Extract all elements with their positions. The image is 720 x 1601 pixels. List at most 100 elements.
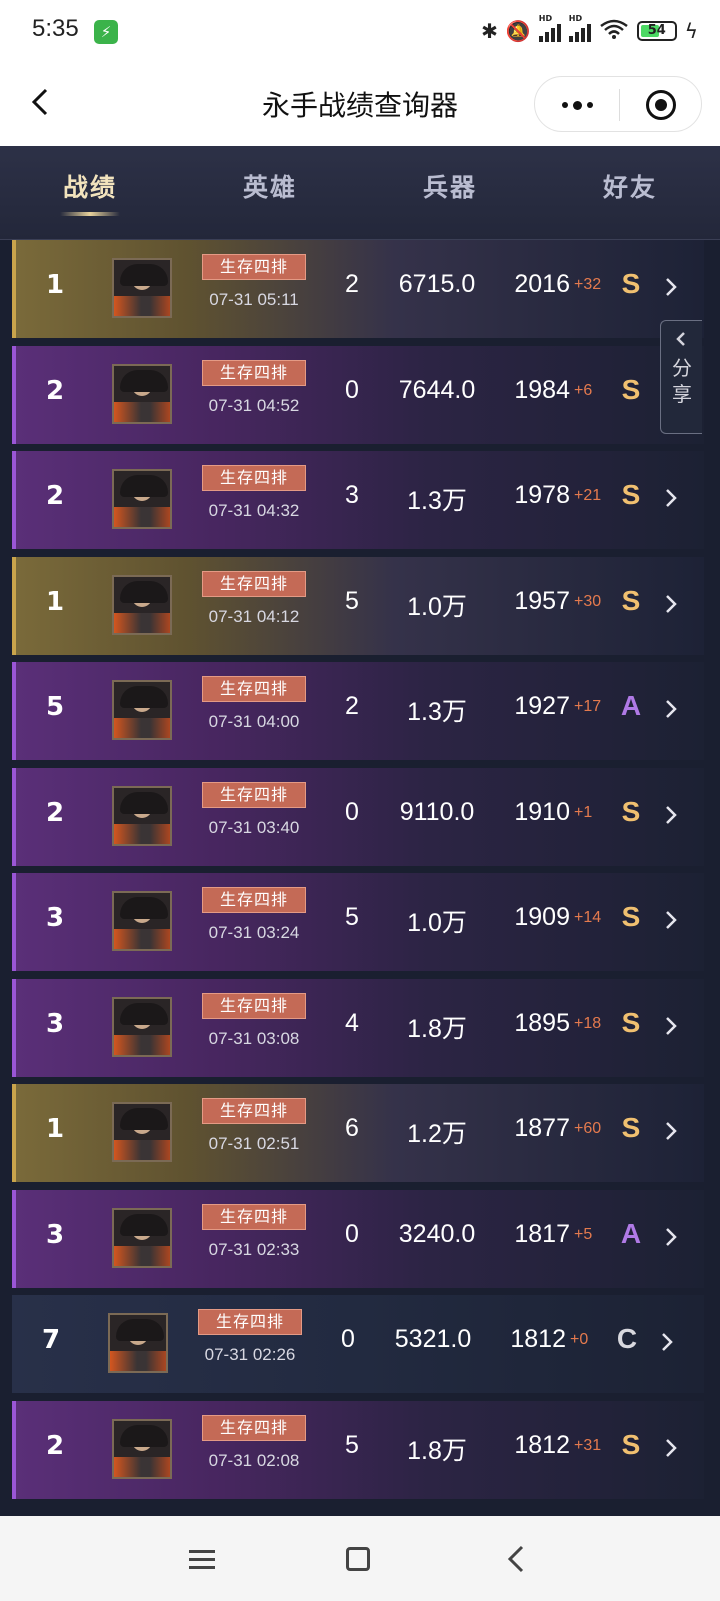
rating-delta: +17 xyxy=(574,698,602,715)
rating-score: 1927 xyxy=(514,692,570,720)
rank-number: 2 xyxy=(45,1430,65,1461)
hero-avatar xyxy=(108,1313,168,1373)
rank-number: 2 xyxy=(45,481,65,511)
grade-badge: S xyxy=(621,373,641,405)
record-row[interactable]: 2 生存四排 07-31 04:52 0 7644.0 1984 +6 S xyxy=(12,345,704,444)
damage-value: 7644.0 xyxy=(398,375,476,404)
record-row[interactable]: 2 生存四排 07-31 02:08 5 1.8万 1812 +31 S xyxy=(12,1400,704,1499)
chevron-left-icon xyxy=(676,332,685,346)
chevron-right-icon xyxy=(666,1016,677,1035)
rating-score: 2016 xyxy=(514,270,570,298)
charging-app-icon: ⚡ xyxy=(94,20,118,44)
match-time: 07-31 04:32 xyxy=(208,501,300,520)
hero-avatar xyxy=(112,469,172,529)
mode-tag: 生存四排 xyxy=(202,570,306,597)
chevron-right-icon xyxy=(666,489,677,507)
rank-number: 7 xyxy=(41,1325,61,1355)
record-row[interactable]: 7 生存四排 07-31 02:26 0 5321.0 1812 +0 C xyxy=(12,1295,704,1393)
tab-record[interactable]: 战绩 xyxy=(30,168,150,216)
share-button[interactable]: 分享 xyxy=(660,320,702,434)
grade-badge: S xyxy=(621,268,641,299)
mode-tag: 生存四排 xyxy=(202,992,306,1019)
record-row[interactable]: 3 生存四排 07-31 03:08 4 1.8万 1895 +18 S xyxy=(12,978,704,1077)
rating-score: 1895 xyxy=(514,1008,570,1037)
menu-icon[interactable] xyxy=(182,1542,222,1576)
mode-tag: 生存四排 xyxy=(202,676,306,702)
match-time: 07-31 03:08 xyxy=(208,1028,300,1048)
kills-count: 0 xyxy=(345,797,359,826)
battery-icon: 54 xyxy=(636,21,677,41)
match-time: 07-31 02:33 xyxy=(208,1239,300,1259)
more-dots-icon xyxy=(561,102,568,108)
rank-number: 1 xyxy=(45,1114,65,1144)
mode-tag: 生存四排 xyxy=(202,465,306,491)
rating-delta: +5 xyxy=(574,1225,593,1243)
rating-delta: +14 xyxy=(574,909,602,926)
rating-score: 1812 xyxy=(510,1325,566,1353)
record-row[interactable]: 1 生存四排 07-31 04:12 5 1.0万 1957 +30 S xyxy=(12,556,704,655)
back-icon[interactable] xyxy=(496,1542,536,1576)
rating-score: 1812 xyxy=(514,1430,570,1459)
chevron-right-icon xyxy=(666,700,677,718)
status-bar: 5:35 ⚡ ✱ 🔕 HD HD 54 ϟ xyxy=(0,0,720,62)
record-row[interactable]: 2 生存四排 07-31 03:40 0 9110.0 1910 +1 S xyxy=(12,767,704,866)
rank-number: 3 xyxy=(45,903,65,933)
grade-badge: S xyxy=(621,901,641,932)
mode-tag: 生存四排 xyxy=(202,359,306,386)
rating-score: 1957 xyxy=(514,586,570,615)
record-row[interactable]: 2 生存四排 07-31 04:32 3 1.3万 1978 +21 S xyxy=(12,451,704,549)
kills-count: 3 xyxy=(345,481,359,509)
grade-badge: S xyxy=(621,584,641,616)
hero-avatar xyxy=(112,574,172,635)
rating-delta: +6 xyxy=(574,381,593,399)
damage-value: 9110.0 xyxy=(399,797,475,826)
more-button[interactable] xyxy=(535,77,619,133)
mode-tag: 生存四排 xyxy=(198,1309,302,1335)
damage-value: 1.3万 xyxy=(407,698,467,726)
system-nav-bar xyxy=(0,1516,720,1601)
hero-avatar xyxy=(112,1207,172,1268)
tab-bar: 战绩 英雄 兵器 好友 xyxy=(0,146,720,240)
chevron-right-icon xyxy=(662,1333,673,1351)
hero-avatar xyxy=(112,1102,172,1162)
hero-avatar xyxy=(112,258,172,318)
home-icon[interactable] xyxy=(338,1542,378,1576)
damage-value: 1.2万 xyxy=(407,1120,467,1148)
mode-tag: 生存四排 xyxy=(202,1203,306,1230)
tab-active-underline xyxy=(60,212,120,216)
rating-delta: +60 xyxy=(574,1120,602,1137)
record-row[interactable]: 1 生存四排 07-31 02:51 6 1.2万 1877 +60 S xyxy=(12,1084,704,1182)
grade-badge: A xyxy=(620,1217,642,1249)
record-row[interactable]: 5 生存四排 07-31 04:00 2 1.3万 1927 +17 A xyxy=(12,662,704,760)
record-row[interactable]: 1 生存四排 07-31 05:11 2 6715.0 2016 +32 S xyxy=(12,240,704,338)
chevron-right-icon xyxy=(666,1438,677,1457)
target-close-icon xyxy=(646,90,676,120)
mode-tag: 生存四排 xyxy=(202,781,306,808)
rating-score: 1909 xyxy=(514,903,570,931)
rank-number: 1 xyxy=(45,586,65,617)
tab-friend[interactable]: 好友 xyxy=(570,168,690,204)
mode-tag: 生存四排 xyxy=(202,254,306,280)
damage-value: 1.8万 xyxy=(407,1436,467,1465)
status-icons: ✱ 🔕 HD HD 54 ϟ xyxy=(481,14,698,48)
chevron-right-icon xyxy=(666,1122,677,1140)
record-row[interactable]: 3 生存四排 07-31 03:24 5 1.0万 1909 +14 S xyxy=(12,873,704,971)
damage-value: 1.0万 xyxy=(407,592,467,621)
grade-badge: S xyxy=(621,1428,641,1460)
tab-hero[interactable]: 英雄 xyxy=(210,168,330,204)
record-row[interactable]: 3 生存四排 07-31 02:33 0 3240.0 1817 +5 A xyxy=(12,1189,704,1288)
grade-badge: A xyxy=(620,690,642,721)
match-time: 07-31 04:00 xyxy=(208,712,300,731)
chevron-right-icon xyxy=(666,594,677,613)
close-button[interactable] xyxy=(619,77,703,133)
chevron-right-icon xyxy=(666,278,677,296)
kills-count: 5 xyxy=(345,903,359,931)
damage-value: 1.0万 xyxy=(407,909,467,937)
bluetooth-icon: ✱ xyxy=(481,19,498,43)
tab-weapon[interactable]: 兵器 xyxy=(390,168,510,204)
damage-value: 3240.0 xyxy=(398,1219,476,1248)
rating-delta: +30 xyxy=(574,592,602,610)
match-time: 07-31 03:40 xyxy=(208,817,300,837)
share-label: 分享 xyxy=(672,356,692,406)
hero-avatar xyxy=(112,680,172,740)
